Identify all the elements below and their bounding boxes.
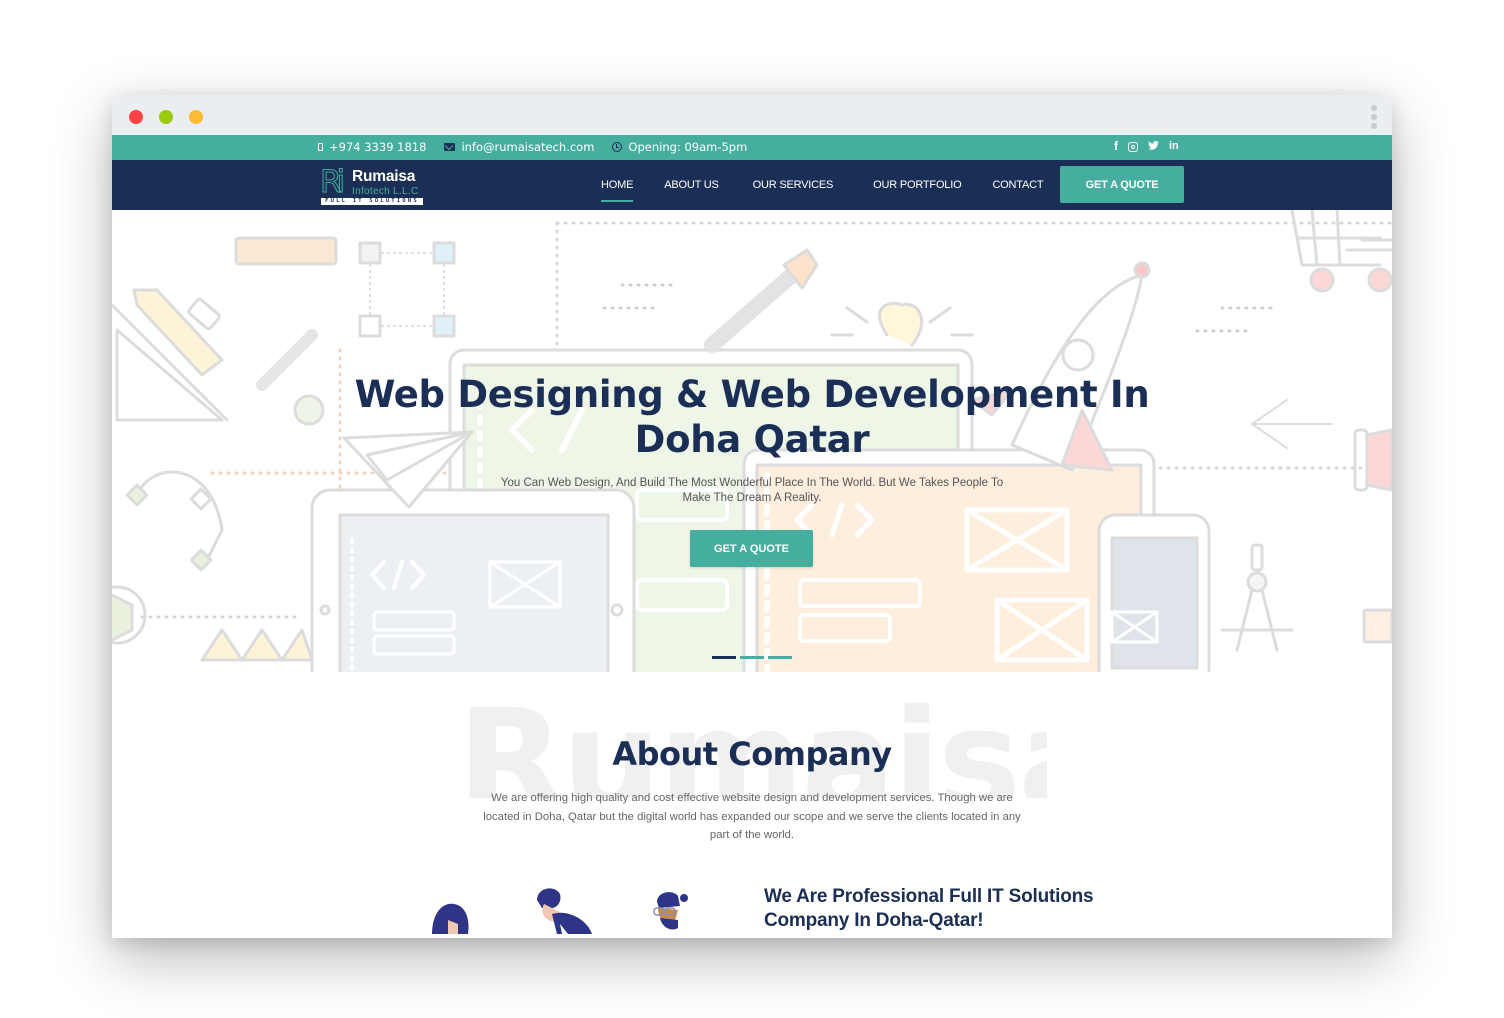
email-info[interactable]: info@rumaisatech.com xyxy=(444,140,594,154)
professional-heading: We Are Professional Full IT Solutions Co… xyxy=(764,885,1164,933)
logo-mark: Ri xyxy=(319,164,345,200)
hero-title-line1: Web Designing & Web Development In xyxy=(354,373,1150,416)
company-logo[interactable]: Ri Rumaisa Infotech L.L.C FULL IT SOLUTI… xyxy=(319,164,424,207)
phone-info[interactable]: +974 3339 1818 xyxy=(318,140,426,154)
hero-subtitle-line1: You Can Web Design, And Build The Most W… xyxy=(500,477,1004,489)
instagram-icon[interactable] xyxy=(1128,142,1138,152)
nav-about-us[interactable]: ABOUT US xyxy=(664,160,719,210)
email-address: info@rumaisatech.com xyxy=(461,140,595,154)
contact-topbar: +974 3339 1818 info@rumaisatech.com Open… xyxy=(112,135,1392,160)
linkedin-icon[interactable]: in xyxy=(1169,140,1179,152)
hero-slider: Web Designing & Web Development In Doha … xyxy=(112,210,1392,672)
maximize-window-button[interactable] xyxy=(189,110,203,124)
hero-title: Web Designing & Web Development In Doha … xyxy=(112,372,1392,462)
nav-home[interactable]: HOME xyxy=(601,160,634,210)
social-links: f in xyxy=(1114,139,1179,153)
nav-our-services[interactable]: OUR SERVICES xyxy=(753,160,834,210)
facebook-icon[interactable]: f xyxy=(1114,139,1118,153)
primary-nav: HOME ABOUT US OUR SERVICES OUR PORTFOLIO… xyxy=(601,160,1044,210)
about-section: Rumaisa About Company We are offering hi… xyxy=(112,672,1392,938)
hero-subtitle: You Can Web Design, And Build The Most W… xyxy=(482,476,1022,505)
slider-indicators xyxy=(712,656,792,659)
logo-tagline: FULL IT SOLUTIONS xyxy=(321,198,423,205)
kebab-menu-icon[interactable] xyxy=(1370,105,1378,129)
get-quote-nav-button[interactable]: GET A QUOTE xyxy=(1060,166,1184,203)
logo-subtitle: Infotech L.L.C xyxy=(352,186,419,197)
browser-titlebar xyxy=(112,95,1392,135)
slide-indicator-2[interactable] xyxy=(740,656,764,659)
about-description: We are offering high quality and cost ef… xyxy=(483,792,1021,841)
slide-indicator-1[interactable] xyxy=(712,656,736,659)
hero-title-line2: Doha Qatar xyxy=(634,418,870,461)
nav-contact[interactable]: CONTACT xyxy=(992,160,1043,210)
close-window-button[interactable] xyxy=(129,110,143,124)
nav-our-portfolio[interactable]: OUR PORTFOLIO xyxy=(873,160,961,210)
logo-name: Rumaisa xyxy=(352,168,416,185)
hero-subtitle-line2: Make The Dream A Reality. xyxy=(682,491,822,504)
phone-icon xyxy=(318,143,323,151)
phone-number: +974 3339 1818 xyxy=(329,140,427,154)
about-title: About Company xyxy=(612,735,892,773)
slide-indicator-3[interactable] xyxy=(768,656,792,659)
professional-heading-line1: We Are Professional Full IT Solutions xyxy=(764,886,1094,907)
minimize-window-button[interactable] xyxy=(159,110,173,124)
team-illustration xyxy=(432,888,688,934)
clock-icon xyxy=(612,142,623,152)
browser-window: +974 3339 1818 info@rumaisatech.com Open… xyxy=(112,95,1392,938)
hours-info: Opening: 09am-5pm xyxy=(612,140,747,154)
get-quote-hero-button[interactable]: GET A QUOTE xyxy=(690,530,813,567)
twitter-icon[interactable] xyxy=(1148,140,1159,153)
main-navbar: Ri Rumaisa Infotech L.L.C FULL IT SOLUTI… xyxy=(112,160,1392,210)
opening-hours: Opening: 09am-5pm xyxy=(628,140,748,154)
envelope-icon xyxy=(444,143,456,151)
professional-heading-line2: Company In Doha-Qatar! xyxy=(764,910,984,931)
